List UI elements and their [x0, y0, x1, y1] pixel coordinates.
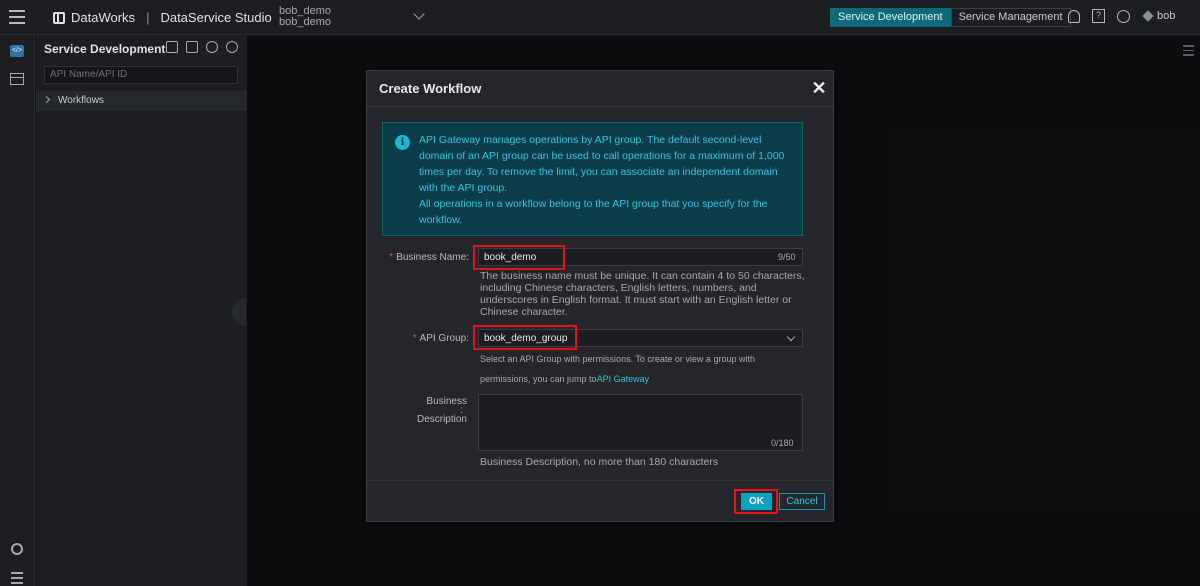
notice-paragraph-2: All operations in a workflow belong to t…	[419, 198, 768, 226]
description-counter: 0/180	[771, 438, 794, 448]
wrench-icon[interactable]	[1117, 9, 1130, 23]
chevron-down-icon	[786, 332, 796, 342]
locate-icon[interactable]	[226, 41, 238, 53]
notice-text: API Gateway manages operations by API gr…	[419, 132, 789, 228]
rail-menu-icon[interactable]	[11, 572, 23, 586]
business-name-help: The business name must be unique. It can…	[480, 270, 805, 318]
close-icon[interactable]: ✕	[809, 78, 829, 98]
top-icons: ? bob	[1068, 9, 1175, 23]
api-group-help-line-1: Select an API Group with permissions. To…	[480, 354, 755, 364]
user-name: bob	[1157, 10, 1176, 22]
logo-separator: |	[146, 10, 150, 25]
info-notice: i API Gateway manages operations by API …	[382, 122, 803, 236]
api-group-label: * API Group:	[387, 333, 469, 344]
module-name: DataService Studio	[160, 10, 272, 25]
diamond-icon	[1142, 10, 1154, 22]
product-name: DataWorks	[71, 10, 136, 25]
api-group-help-prefix: permissions, you can jump to	[480, 374, 597, 384]
sidebar-item-workflows[interactable]: Workflows	[36, 91, 247, 111]
business-name-label-text: Business Name:	[396, 252, 469, 263]
sidebar: Service Development API Name/API ID Work…	[36, 35, 247, 586]
description-label-line-1: Business	[426, 396, 467, 407]
bell-icon[interactable]	[1068, 9, 1080, 23]
description-label-line-2: Description	[416, 414, 467, 425]
dataworks-logo-icon	[53, 11, 65, 24]
tab-service-management[interactable]: Service Management	[950, 8, 1071, 27]
api-gateway-link[interactable]: API Gateway	[597, 374, 650, 384]
create-workflow-dialog: Create Workflow ✕ i API Gateway manages …	[366, 70, 834, 522]
mode-switch: Service Development Service Management	[830, 8, 1071, 27]
highlight-box	[734, 489, 778, 514]
sidebar-item-label: Workflows	[58, 95, 104, 106]
product-logo[interactable]: DataWorks | DataService Studio	[53, 10, 272, 25]
help-icon[interactable]: ?	[1092, 9, 1105, 23]
api-group-help: Select an API Group with permissions. To…	[480, 349, 805, 389]
code-icon[interactable]: </>	[10, 45, 24, 57]
required-mark: *	[389, 252, 394, 263]
api-group-label-text: API Group:	[419, 333, 469, 344]
highlight-box	[473, 325, 577, 350]
table-icon[interactable]	[10, 73, 24, 85]
dialog-header: Create Workflow ✕	[367, 71, 833, 107]
left-rail: </>	[0, 35, 35, 586]
refresh-icon[interactable]	[206, 41, 218, 53]
chevron-right-icon	[42, 95, 51, 104]
user-menu[interactable]: bob	[1142, 10, 1176, 22]
description-label: Business : Description	[387, 396, 467, 425]
api-group-help-line-2: permissions, you can jump toAPI Gateway	[480, 369, 805, 389]
dialog-footer: OK Cancel	[367, 480, 833, 522]
menu-icon[interactable]	[9, 10, 25, 24]
top-bar: DataWorks | DataService Studio bob_demo …	[0, 0, 1200, 35]
workspace-selector[interactable]: bob_demo bob_demo	[279, 6, 331, 28]
new-file-icon[interactable]	[186, 41, 198, 53]
sidebar-toolbar	[166, 41, 238, 53]
add-user-icon[interactable]	[166, 41, 178, 53]
description-help: Business Description, no more than 180 c…	[480, 456, 719, 468]
gear-icon[interactable]	[11, 543, 23, 555]
business-name-counter: 9/50	[778, 252, 796, 262]
api-search-input[interactable]: API Name/API ID	[44, 66, 238, 84]
info-icon: i	[395, 135, 410, 150]
chevron-down-icon[interactable]	[413, 8, 425, 20]
business-name-label: * Business Name:	[387, 252, 469, 263]
notice-paragraph-1: API Gateway manages operations by API gr…	[419, 134, 785, 194]
highlight-box	[473, 245, 565, 270]
workspace-id: bob_demo	[279, 16, 331, 28]
tab-service-development[interactable]: Service Development	[830, 8, 951, 27]
required-mark: *	[412, 333, 417, 344]
sidebar-title: Service Development	[44, 42, 166, 56]
dialog-title: Create Workflow	[379, 81, 482, 96]
cancel-button[interactable]: Cancel	[779, 493, 825, 510]
description-textarea[interactable]: 0/180	[478, 394, 803, 451]
